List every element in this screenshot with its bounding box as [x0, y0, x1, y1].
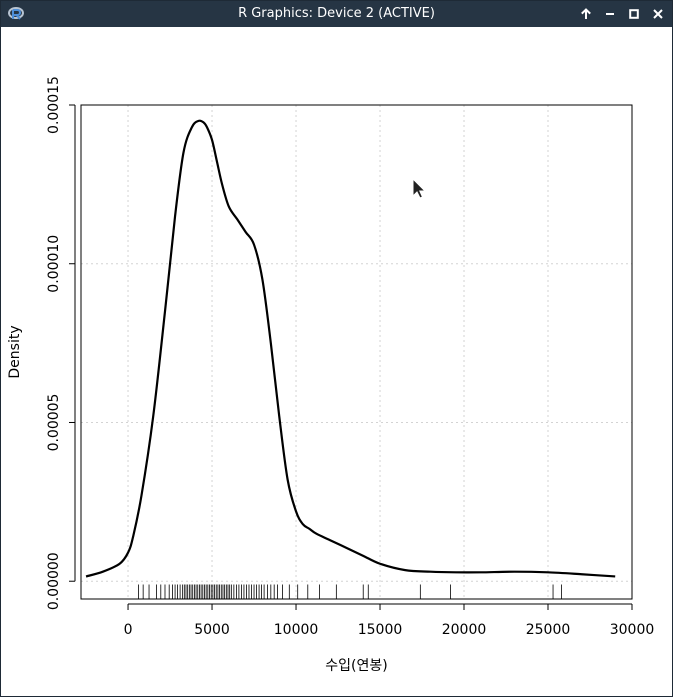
- maximize-up-icon[interactable]: [577, 5, 595, 23]
- x-axis: 0 5000 10000 15000 20000 25000 30000: [124, 603, 655, 638]
- x-tick-label: 10000: [274, 622, 319, 638]
- y-tick-label: 0.00000: [46, 552, 62, 610]
- x-tick-label: 25000: [526, 622, 571, 638]
- plot-canvas: 0 5000 10000 15000 20000 25000 30000 0.00000 0.…: [1, 27, 672, 696]
- density-plot: 0 5000 10000 15000 20000 25000 30000 0.000000.…: [7, 76, 655, 674]
- close-icon[interactable]: [649, 5, 667, 23]
- x-tick-label: 0: [124, 622, 133, 638]
- title-bar[interactable]: R Graphics: Device 2 (ACTIVE): [1, 1, 672, 27]
- window-title: R Graphics: Device 2 (ACTIVE): [238, 6, 435, 21]
- rug: [138, 584, 562, 599]
- x-tick-label: 5000: [194, 622, 230, 638]
- grid: [81, 104, 633, 599]
- y-axis: 0.00000 0.00005 0.00010 0.00015: [46, 76, 76, 610]
- y-tick-label: 0.00010: [46, 235, 62, 293]
- x-tick-label: 30000: [610, 622, 655, 638]
- x-tick-label: 20000: [442, 622, 487, 638]
- mouse-cursor-icon: [412, 177, 427, 199]
- density-curve: [85, 119, 616, 578]
- x-axis-label: 수입(연봉): [325, 658, 387, 674]
- y-tick-label: 0.00015: [46, 76, 62, 134]
- restore-icon[interactable]: [625, 5, 643, 23]
- r-graphics-window: R Graphics: Device 2 (ACTIVE) 0 5000 10000…: [0, 0, 673, 697]
- plot-box: [80, 104, 633, 600]
- minimize-icon[interactable]: [601, 5, 619, 23]
- y-tick-label: 0.00005: [46, 394, 62, 452]
- x-tick-label: 15000: [358, 622, 403, 638]
- y-axis-label: Density: [7, 325, 23, 378]
